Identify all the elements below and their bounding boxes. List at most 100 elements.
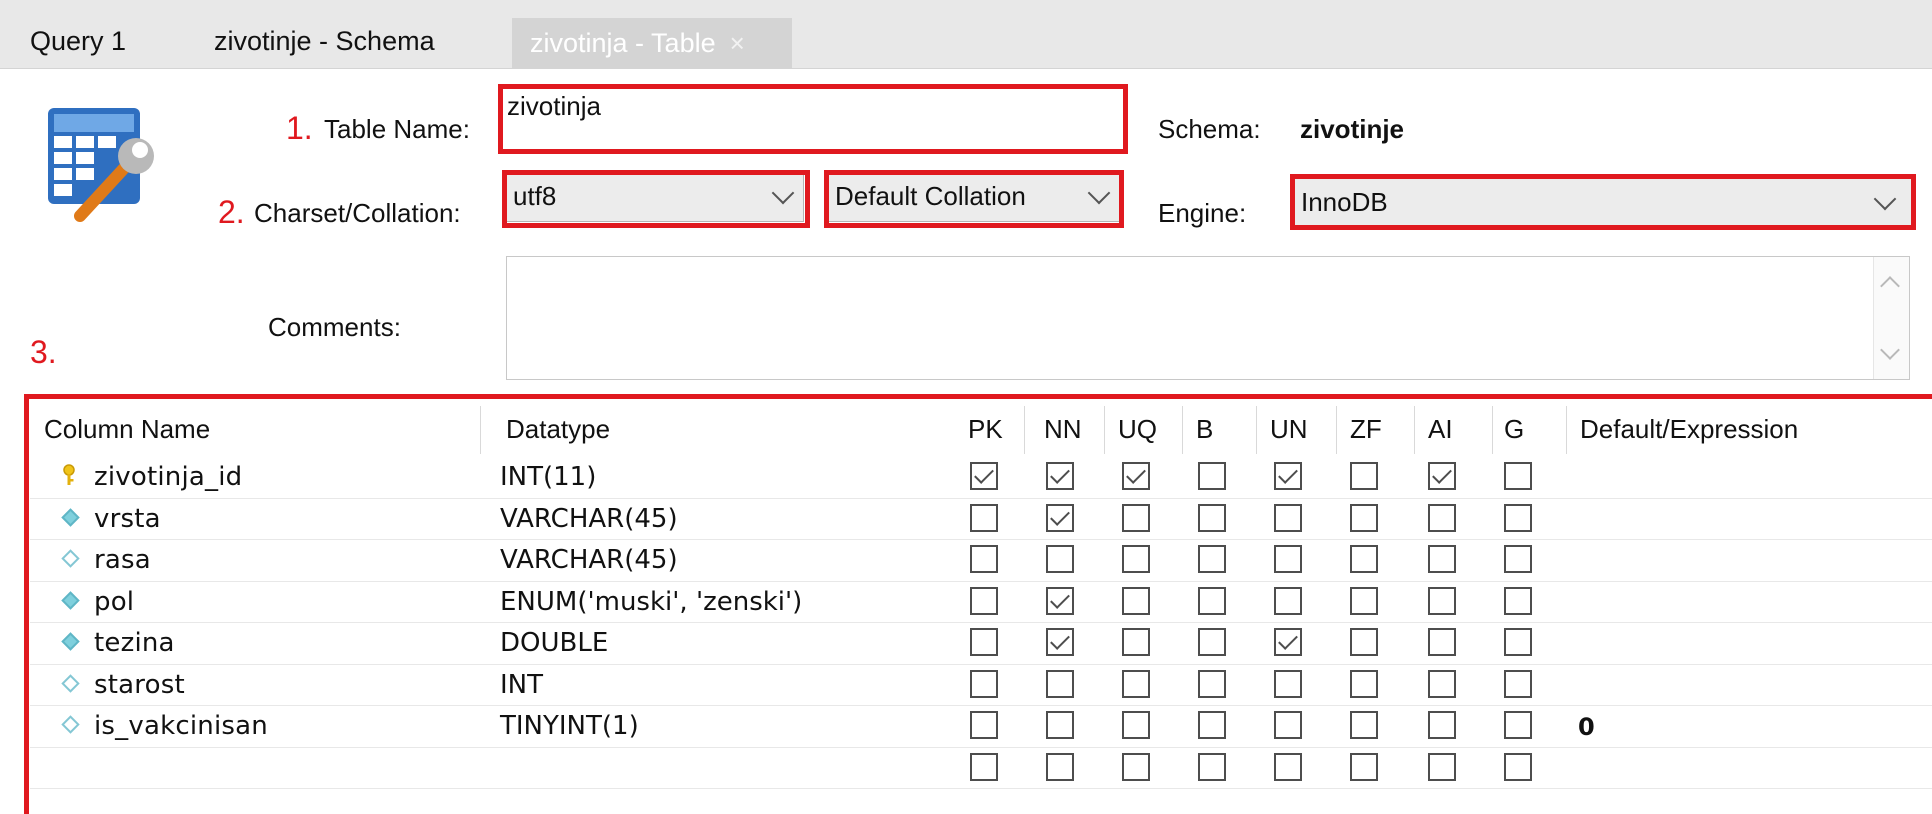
uq-checkbox[interactable] <box>1122 586 1150 615</box>
scroll-down-icon[interactable] <box>1880 340 1900 360</box>
nn-checkbox[interactable] <box>1046 545 1074 573</box>
g-checkbox[interactable] <box>1504 503 1532 532</box>
tab-schema[interactable]: zivotinje - Schema <box>196 14 453 68</box>
ai-checkbox[interactable] <box>1428 628 1456 656</box>
comments-scrollbar[interactable] <box>1873 257 1909 379</box>
pk-checkbox[interactable] <box>970 628 998 656</box>
b-checkbox[interactable] <box>1198 586 1226 615</box>
pk-checkbox[interactable] <box>970 462 998 490</box>
zf-checkbox[interactable] <box>1350 545 1378 573</box>
pk-checkbox[interactable] <box>970 752 998 781</box>
pk-checkbox[interactable] <box>970 503 998 532</box>
column-header-default-expression[interactable]: Default/Expression <box>1580 414 1798 454</box>
b-checkbox[interactable] <box>1198 711 1226 739</box>
column-name-cell[interactable]: starost <box>94 670 185 700</box>
b-checkbox[interactable] <box>1198 628 1226 656</box>
datatype-cell[interactable]: DOUBLE <box>500 628 608 658</box>
uq-checkbox[interactable] <box>1122 628 1150 656</box>
zf-checkbox[interactable] <box>1350 503 1378 532</box>
scroll-up-icon[interactable] <box>1880 276 1900 296</box>
b-checkbox[interactable] <box>1198 503 1226 532</box>
header-divider[interactable] <box>1566 406 1567 454</box>
g-checkbox[interactable] <box>1504 711 1532 739</box>
nn-checkbox[interactable] <box>1046 628 1074 656</box>
uq-checkbox[interactable] <box>1122 503 1150 532</box>
column-header-ai[interactable]: AI <box>1428 414 1453 454</box>
uq-checkbox[interactable] <box>1122 545 1150 573</box>
nn-checkbox[interactable] <box>1046 711 1074 739</box>
uq-checkbox[interactable] <box>1122 752 1150 781</box>
pk-checkbox[interactable] <box>970 586 998 615</box>
g-checkbox[interactable] <box>1504 462 1532 490</box>
header-divider[interactable] <box>1104 406 1105 454</box>
column-header-uq[interactable]: UQ <box>1118 414 1157 454</box>
ai-checkbox[interactable] <box>1428 669 1456 698</box>
datatype-cell[interactable]: ENUM('muski', 'zenski') <box>500 587 802 617</box>
pk-checkbox[interactable] <box>970 669 998 698</box>
zf-checkbox[interactable] <box>1350 462 1378 490</box>
column-header-nn[interactable]: NN <box>1044 414 1082 454</box>
column-name-cell[interactable]: rasa <box>94 545 151 575</box>
ai-checkbox[interactable] <box>1428 586 1456 615</box>
column-header-pk[interactable]: PK <box>968 414 1003 454</box>
datatype-cell[interactable]: TINYINT(1) <box>500 711 639 741</box>
comments-textarea[interactable] <box>506 256 1910 380</box>
zf-checkbox[interactable] <box>1350 711 1378 739</box>
datatype-cell[interactable]: INT <box>500 670 543 700</box>
default-expression-cell[interactable]: 0 <box>1578 713 1595 741</box>
tab-query-1[interactable]: Query 1 <box>12 14 144 68</box>
zf-checkbox[interactable] <box>1350 586 1378 615</box>
header-divider[interactable] <box>480 406 481 454</box>
b-checkbox[interactable] <box>1198 462 1226 490</box>
column-name-cell[interactable]: vrsta <box>94 504 161 534</box>
header-divider[interactable] <box>1492 406 1493 454</box>
un-checkbox[interactable] <box>1274 462 1302 490</box>
datatype-cell[interactable]: VARCHAR(45) <box>500 545 678 575</box>
datatype-cell[interactable]: VARCHAR(45) <box>500 504 678 534</box>
nn-checkbox[interactable] <box>1046 669 1074 698</box>
nn-checkbox[interactable] <box>1046 752 1074 781</box>
b-checkbox[interactable] <box>1198 669 1226 698</box>
g-checkbox[interactable] <box>1504 586 1532 615</box>
tab-table[interactable]: zivotinja - Table × <box>512 18 792 68</box>
column-name-cell[interactable]: zivotinja_id <box>94 462 242 492</box>
nn-checkbox[interactable] <box>1046 462 1074 490</box>
g-checkbox[interactable] <box>1504 545 1532 573</box>
un-checkbox[interactable] <box>1274 669 1302 698</box>
header-divider[interactable] <box>1336 406 1337 454</box>
b-checkbox[interactable] <box>1198 752 1226 781</box>
ai-checkbox[interactable] <box>1428 462 1456 490</box>
nn-checkbox[interactable] <box>1046 586 1074 615</box>
ai-checkbox[interactable] <box>1428 752 1456 781</box>
un-checkbox[interactable] <box>1274 752 1302 781</box>
un-checkbox[interactable] <box>1274 711 1302 739</box>
column-header-g[interactable]: G <box>1504 414 1524 454</box>
column-header-b[interactable]: B <box>1196 414 1213 454</box>
pk-checkbox[interactable] <box>970 711 998 739</box>
zf-checkbox[interactable] <box>1350 669 1378 698</box>
header-divider[interactable] <box>1256 406 1257 454</box>
g-checkbox[interactable] <box>1504 752 1532 781</box>
b-checkbox[interactable] <box>1198 545 1226 573</box>
datatype-cell[interactable]: INT(11) <box>500 462 596 492</box>
un-checkbox[interactable] <box>1274 586 1302 615</box>
column-name-cell[interactable]: is_vakcinisan <box>94 711 268 741</box>
un-checkbox[interactable] <box>1274 545 1302 573</box>
column-header-un[interactable]: UN <box>1270 414 1308 454</box>
ai-checkbox[interactable] <box>1428 503 1456 532</box>
zf-checkbox[interactable] <box>1350 752 1378 781</box>
un-checkbox[interactable] <box>1274 628 1302 656</box>
zf-checkbox[interactable] <box>1350 628 1378 656</box>
uq-checkbox[interactable] <box>1122 669 1150 698</box>
column-header-column-name[interactable]: Column Name <box>44 414 210 454</box>
ai-checkbox[interactable] <box>1428 545 1456 573</box>
column-name-cell[interactable]: tezina <box>94 628 175 658</box>
uq-checkbox[interactable] <box>1122 711 1150 739</box>
header-divider[interactable] <box>1182 406 1183 454</box>
column-name-cell[interactable]: pol <box>94 587 134 617</box>
column-header-zf[interactable]: ZF <box>1350 414 1382 454</box>
column-header-datatype[interactable]: Datatype <box>506 414 610 454</box>
uq-checkbox[interactable] <box>1122 462 1150 490</box>
header-divider[interactable] <box>1024 406 1025 454</box>
un-checkbox[interactable] <box>1274 503 1302 532</box>
